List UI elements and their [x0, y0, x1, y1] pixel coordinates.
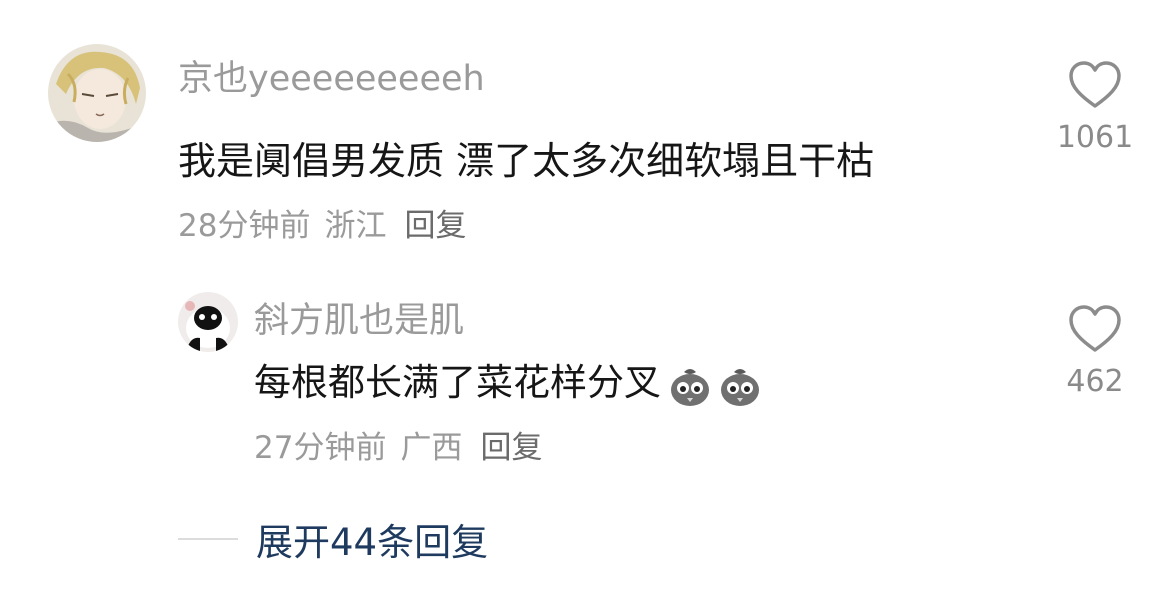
commenter-username[interactable]: 京也yeeeeeeeeeh — [178, 50, 485, 101]
comment-text[interactable]: 我是阒倡男发质 漂了太多次细软塌且干枯 — [178, 130, 874, 185]
reply-text-body: 每根都长满了菜花样分叉 — [254, 361, 661, 404]
like-button[interactable]: 1061 — [1056, 60, 1134, 155]
reply-button[interactable]: 回复 — [404, 200, 466, 245]
replier-username[interactable]: 斜方肌也是肌 — [254, 292, 464, 343]
crying-chick-emoji-icon — [671, 368, 709, 406]
panda-avatar-icon — [178, 292, 238, 352]
reply-location: 广西 — [400, 430, 463, 466]
reply-time: 27分钟前 — [254, 430, 387, 466]
like-count: 462 — [1066, 364, 1124, 399]
reply-meta: 27分钟前 广西 回复 — [254, 422, 542, 467]
heart-outline-icon — [1069, 305, 1121, 352]
expand-divider — [178, 538, 238, 540]
expand-replies[interactable]: 展开44条回复 — [178, 512, 488, 566]
commenter-avatar[interactable] — [48, 44, 146, 142]
anime-avatar-icon — [48, 44, 146, 142]
like-count: 1061 — [1056, 120, 1134, 155]
replier-avatar[interactable] — [178, 292, 238, 352]
reply-button[interactable]: 回复 — [480, 422, 542, 467]
comment-meta: 28分钟前 浙江 回复 — [178, 200, 466, 245]
reply-text[interactable]: 每根都长满了菜花样分叉 — [254, 352, 763, 408]
heart-outline-icon — [1069, 61, 1121, 108]
crying-chick-emoji-icon — [721, 368, 759, 406]
like-button[interactable]: 462 — [1056, 304, 1134, 399]
comment-location: 浙江 — [324, 208, 387, 244]
expand-replies-label[interactable]: 展开44条回复 — [256, 512, 488, 566]
comment-time: 28分钟前 — [178, 208, 311, 244]
